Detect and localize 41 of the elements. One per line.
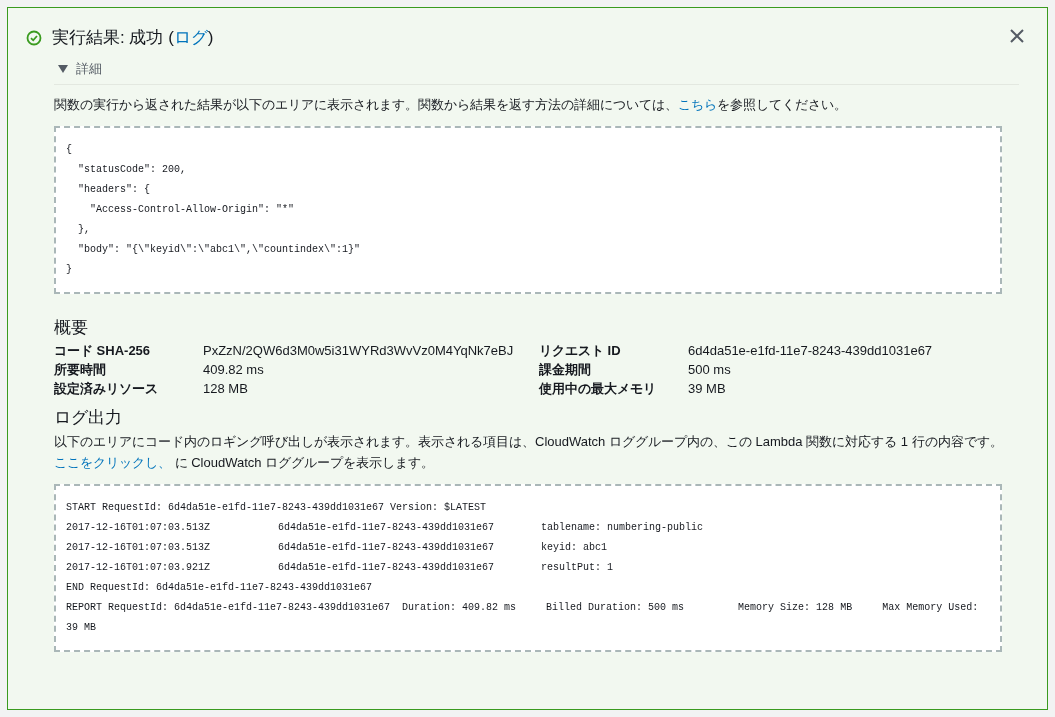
log-line: END RequestId: 6d4da51e-e1fd-11e7-8243-439dd1031e67 [66, 581, 374, 595]
field-value: 39 MB [688, 380, 727, 398]
log-description: 以下のエリアにコード内のロギング呼び出しが表示されます。表示される項目は、CloudWatch ロググループ内の、この Lambda 関数に対応する 1 行の内容です。 ここをクリックし、 に CloudWatch ロググループを表示します。 [54, 433, 1004, 472]
log-request-id: 6d4da51e-e1fd-11e7-8243-439dd1031e67 [278, 561, 496, 575]
result-title: 実行結果: 成功 (ログ) [52, 27, 214, 49]
field-value: 409.82 ms [203, 361, 265, 379]
code-line: }, [77, 223, 92, 237]
field-label: 課金期間 [539, 361, 592, 379]
log-request-id: 6d4da51e-e1fd-11e7-8243-439dd1031e67 [278, 541, 496, 555]
docs-link[interactable]: こちら [678, 97, 717, 112]
details-toggle[interactable]: 詳細 [54, 60, 102, 78]
field-label: 使用中の最大メモリ [539, 380, 657, 398]
log-request-id: 6d4da51e-e1fd-11e7-8243-439dd1031e67 [278, 521, 496, 535]
field-label: 所要時間 [54, 361, 107, 379]
summary-heading: 概要 [54, 317, 89, 339]
log-link[interactable]: ログ [173, 28, 208, 47]
log-timestamp: 2017-12-16T01:07:03.513Z [66, 541, 212, 555]
log-line: REPORT RequestId: 6d4da51e-e1fd-11e7-8243-439dd1031e67 Duration: 409.82 ms Billed Duration: 500 ms Memory Size: 128 MB Max Memory Used: 39 MB [66, 601, 980, 635]
code-line: } [66, 263, 73, 277]
code-line: "statusCode": 200, [77, 163, 188, 177]
field-value: 128 MB [203, 380, 249, 398]
code-line: "body": "{\"keyid\":\"abc1\",\"countindex\":1}" [77, 243, 362, 257]
field-label: コード SHA-256 [54, 342, 152, 360]
log-timestamp: 2017-12-16T01:07:03.921Z [66, 561, 212, 575]
log-heading: ログ出力 [54, 407, 123, 429]
caret-icon [58, 65, 68, 73]
log-timestamp: 2017-12-16T01:07:03.513Z [66, 521, 212, 535]
field-value: 500 ms [688, 361, 732, 379]
field-label: 設定済みリソース [54, 380, 159, 398]
log-message: tablename: numbering-public [541, 521, 705, 535]
code-line: { [66, 143, 73, 157]
log-line: START RequestId: 6d4da51e-e1fd-11e7-8243-439dd1031e67 Version: $LATEST [66, 501, 488, 515]
field-value: 6d4da51e-e1fd-11e7-8243-439dd1031e67 [688, 342, 934, 360]
code-line: "headers": { [77, 183, 152, 197]
field-label: リクエスト ID [539, 342, 622, 360]
log-message: keyid: abc1 [541, 541, 608, 555]
code-line: "Access-Control-Allow-Origin": "*" [89, 203, 296, 217]
log-message: resultPut: 1 [541, 561, 614, 575]
field-value: PxZzN/2QW6d3M0w5i31WYRd3WvVz0M4YqNk7eBJ [203, 342, 515, 360]
cloudwatch-link[interactable]: ここをクリックし、 [54, 455, 171, 470]
result-description: 関数の実行から返された結果が以下のエリアに表示されます。関数から結果を返す方法の詳細については、こちら を参照してください。 [54, 96, 848, 114]
